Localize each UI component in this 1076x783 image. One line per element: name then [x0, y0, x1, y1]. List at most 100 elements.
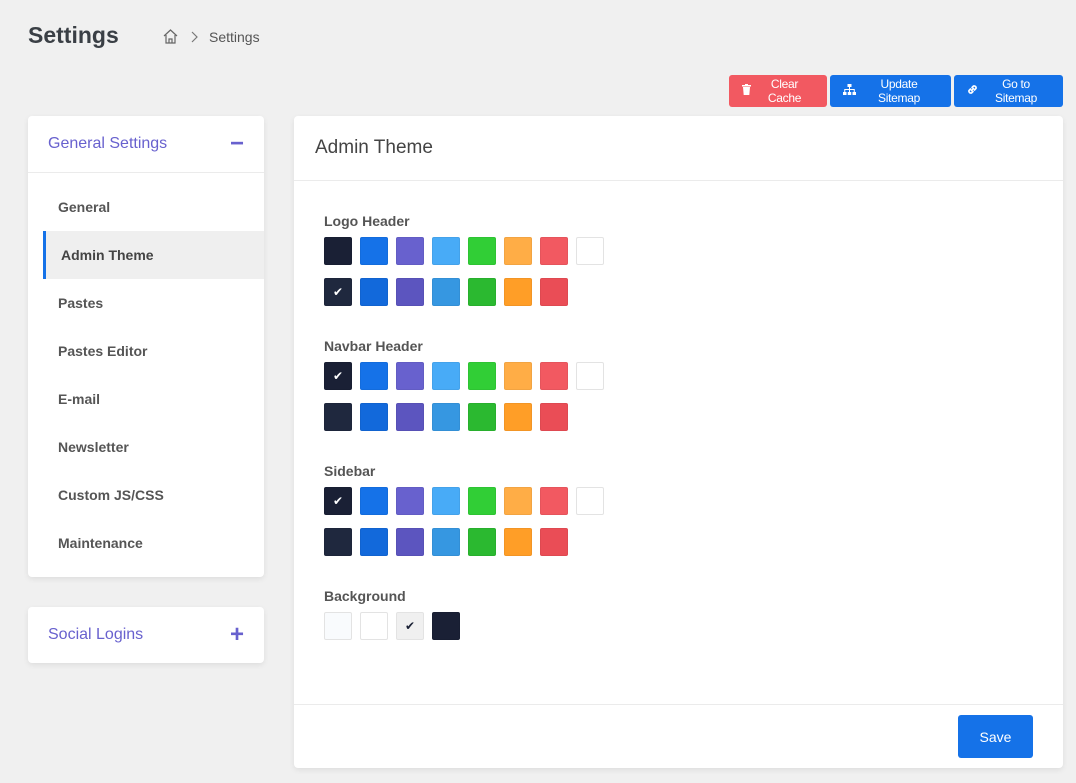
sidebar-label: Sidebar [324, 463, 376, 479]
sidebar-row-2-swatch-7[interactable] [540, 528, 568, 556]
check-icon: ✔ [332, 285, 344, 299]
sidebar-item-admin-theme[interactable]: Admin Theme [43, 231, 264, 279]
navbar-header-row-1-swatch-1[interactable]: ✔ [324, 362, 352, 390]
navbar-header-row-2 [324, 403, 1063, 431]
logo-header-row-2-swatch-6[interactable] [504, 278, 532, 306]
logo-header-row-1-swatch-7[interactable] [540, 237, 568, 265]
sidebar-row-1-swatch-7[interactable] [540, 487, 568, 515]
sitemap-icon [843, 84, 856, 98]
sidebar-item-custom-js-css[interactable]: Custom JS/CSS [28, 471, 264, 519]
expand-icon[interactable]: + [230, 623, 244, 647]
sidebar-item-pastes[interactable]: Pastes [28, 279, 264, 327]
navbar-header-row-2-swatch-6[interactable] [504, 403, 532, 431]
logo-header-row-2-swatch-7[interactable] [540, 278, 568, 306]
update-sitemap-label: Update Sitemap [878, 77, 920, 105]
background-label: Background [324, 588, 406, 604]
navbar-header-row-2-swatch-1[interactable] [324, 403, 352, 431]
sidebar-row-2-swatch-2[interactable] [360, 528, 388, 556]
background-row-swatch-2[interactable] [360, 612, 388, 640]
logo-header-section: Logo Header ✔ [324, 213, 1063, 306]
navbar-header-section: Navbar Header ✔ [324, 338, 1063, 431]
navbar-header-row-1: ✔ [324, 362, 1063, 390]
sidebar-row-2-swatch-4[interactable] [432, 528, 460, 556]
logo-header-row-1-swatch-8[interactable] [576, 237, 604, 265]
navbar-header-row-2-swatch-4[interactable] [432, 403, 460, 431]
sidebar-item-newsletter[interactable]: Newsletter [28, 423, 264, 471]
general-settings-title: General Settings [48, 135, 168, 152]
background-section: Background ✔ [324, 588, 1063, 640]
go-to-sitemap-button[interactable]: Go to Sitemap [954, 75, 1063, 107]
panel-footer: Save [294, 704, 1063, 768]
home-icon[interactable] [162, 28, 179, 45]
sidebar-row-1-swatch-6[interactable] [504, 487, 532, 515]
navbar-header-row-2-swatch-7[interactable] [540, 403, 568, 431]
navbar-header-row-1-swatch-4[interactable] [432, 362, 460, 390]
logo-header-row-2-swatch-5[interactable] [468, 278, 496, 306]
sidebar-row-1-swatch-2[interactable] [360, 487, 388, 515]
sidebar-item-email[interactable]: E-mail [28, 375, 264, 423]
go-to-sitemap-label: Go to Sitemap [995, 77, 1037, 105]
background-row-swatch-3[interactable]: ✔ [396, 612, 424, 640]
sidebar-item-maintenance[interactable]: Maintenance [28, 519, 264, 567]
logo-header-row-2-swatch-1[interactable]: ✔ [324, 278, 352, 306]
sidebar-row-1-swatch-1[interactable]: ✔ [324, 487, 352, 515]
panel-header: Admin Theme [294, 116, 1063, 181]
logo-header-row-1-swatch-1[interactable] [324, 237, 352, 265]
general-settings-panel: General Settings − General Admin Theme P… [28, 116, 264, 577]
logo-header-row-2-swatch-2[interactable] [360, 278, 388, 306]
logo-header-row-2-swatch-3[interactable] [396, 278, 424, 306]
logo-header-row-1 [324, 237, 1063, 265]
clear-cache-label: Clear Cache [767, 77, 802, 105]
sidebar-item-pastes-editor[interactable]: Pastes Editor [28, 327, 264, 375]
toolbar-actions: Clear Cache Update Sitemap Go to Sitemap [729, 75, 1063, 107]
check-icon: ✔ [332, 494, 344, 508]
sidebar-row-1-swatch-4[interactable] [432, 487, 460, 515]
logo-header-label: Logo Header [324, 213, 410, 229]
logo-header-row-1-swatch-5[interactable] [468, 237, 496, 265]
sidebar-row-1: ✔ [324, 487, 1063, 515]
navbar-header-row-1-swatch-8[interactable] [576, 362, 604, 390]
sidebar-row-2-swatch-1[interactable] [324, 528, 352, 556]
sidebar-row-2-swatch-6[interactable] [504, 528, 532, 556]
settings-nav: General Admin Theme Pastes Pastes Editor… [28, 173, 264, 567]
sidebar-item-general[interactable]: General [28, 183, 264, 231]
navbar-header-row-2-swatch-3[interactable] [396, 403, 424, 431]
logo-header-row-1-swatch-3[interactable] [396, 237, 424, 265]
page-title: Settings [28, 22, 119, 48]
update-sitemap-button[interactable]: Update Sitemap [830, 75, 951, 107]
chevron-right-icon [189, 31, 199, 43]
navbar-header-row-1-swatch-6[interactable] [504, 362, 532, 390]
breadcrumb: Settings [162, 28, 260, 45]
navbar-header-row-1-swatch-3[interactable] [396, 362, 424, 390]
social-logins-header[interactable]: Social Logins + [28, 607, 264, 663]
navbar-header-row-2-swatch-5[interactable] [468, 403, 496, 431]
sidebar-row-1-swatch-3[interactable] [396, 487, 424, 515]
sidebar-row-2-swatch-5[interactable] [468, 528, 496, 556]
navbar-header-label: Navbar Header [324, 338, 423, 354]
breadcrumb-current: Settings [209, 28, 260, 45]
social-logins-panel: Social Logins + [28, 607, 264, 663]
social-logins-title: Social Logins [48, 626, 144, 643]
logo-header-row-1-swatch-4[interactable] [432, 237, 460, 265]
sidebar-row-1-swatch-5[interactable] [468, 487, 496, 515]
background-row-swatch-4[interactable] [432, 612, 460, 640]
logo-header-row-2-swatch-4[interactable] [432, 278, 460, 306]
general-settings-header[interactable]: General Settings − [28, 116, 264, 173]
logo-header-row-1-swatch-2[interactable] [360, 237, 388, 265]
background-row-swatch-1[interactable] [324, 612, 352, 640]
background-row: ✔ [324, 612, 1063, 640]
navbar-header-row-1-swatch-2[interactable] [360, 362, 388, 390]
admin-theme-panel: Admin Theme Logo Header ✔ Navbar Header … [294, 116, 1063, 768]
navbar-header-row-1-swatch-5[interactable] [468, 362, 496, 390]
logo-header-row-1-swatch-6[interactable] [504, 237, 532, 265]
navbar-header-row-1-swatch-7[interactable] [540, 362, 568, 390]
save-button[interactable]: Save [958, 715, 1033, 758]
logo-header-row-2: ✔ [324, 278, 1063, 306]
sidebar-row-1-swatch-8[interactable] [576, 487, 604, 515]
trash-icon [742, 84, 751, 98]
collapse-icon[interactable]: − [230, 132, 244, 156]
sidebar-row-2-swatch-3[interactable] [396, 528, 424, 556]
clear-cache-button[interactable]: Clear Cache [729, 75, 827, 107]
panel-title: Admin Theme [315, 137, 433, 158]
navbar-header-row-2-swatch-2[interactable] [360, 403, 388, 431]
